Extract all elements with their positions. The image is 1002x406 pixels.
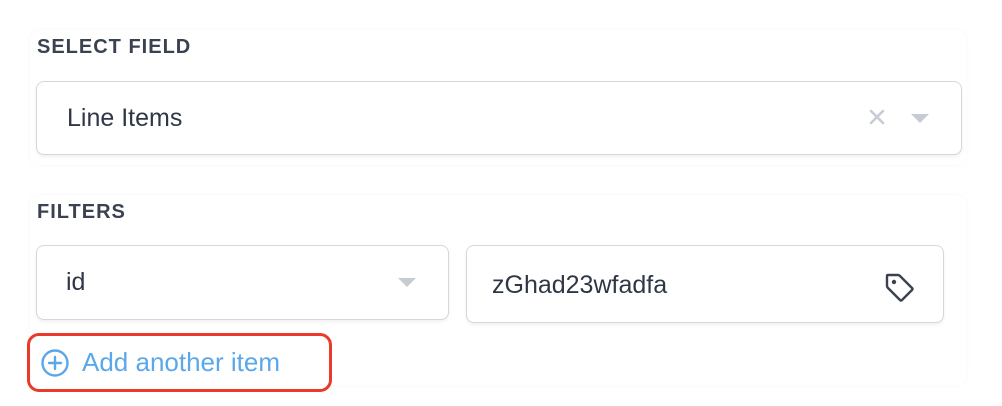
filter-key-value: id	[66, 268, 86, 296]
chevron-down-icon[interactable]	[911, 114, 929, 123]
add-another-item-button[interactable]: Add another item	[27, 333, 332, 392]
select-field-heading: SELECT FIELD	[37, 36, 192, 58]
add-another-item-label: Add another item	[82, 347, 281, 377]
chevron-down-icon[interactable]	[398, 278, 416, 287]
filter-value-input[interactable]: zGhad23wfadfa	[466, 245, 944, 323]
select-field-value: Line Items	[67, 104, 183, 132]
close-icon[interactable]	[865, 105, 889, 129]
filter-value-text: zGhad23wfadfa	[492, 271, 668, 299]
plus-circle-icon	[40, 348, 70, 378]
tag-icon	[883, 271, 917, 305]
filters-heading: FILTERS	[37, 201, 126, 223]
select-field-dropdown[interactable]: Line Items	[36, 81, 962, 155]
filter-key-dropdown[interactable]: id	[36, 245, 449, 320]
